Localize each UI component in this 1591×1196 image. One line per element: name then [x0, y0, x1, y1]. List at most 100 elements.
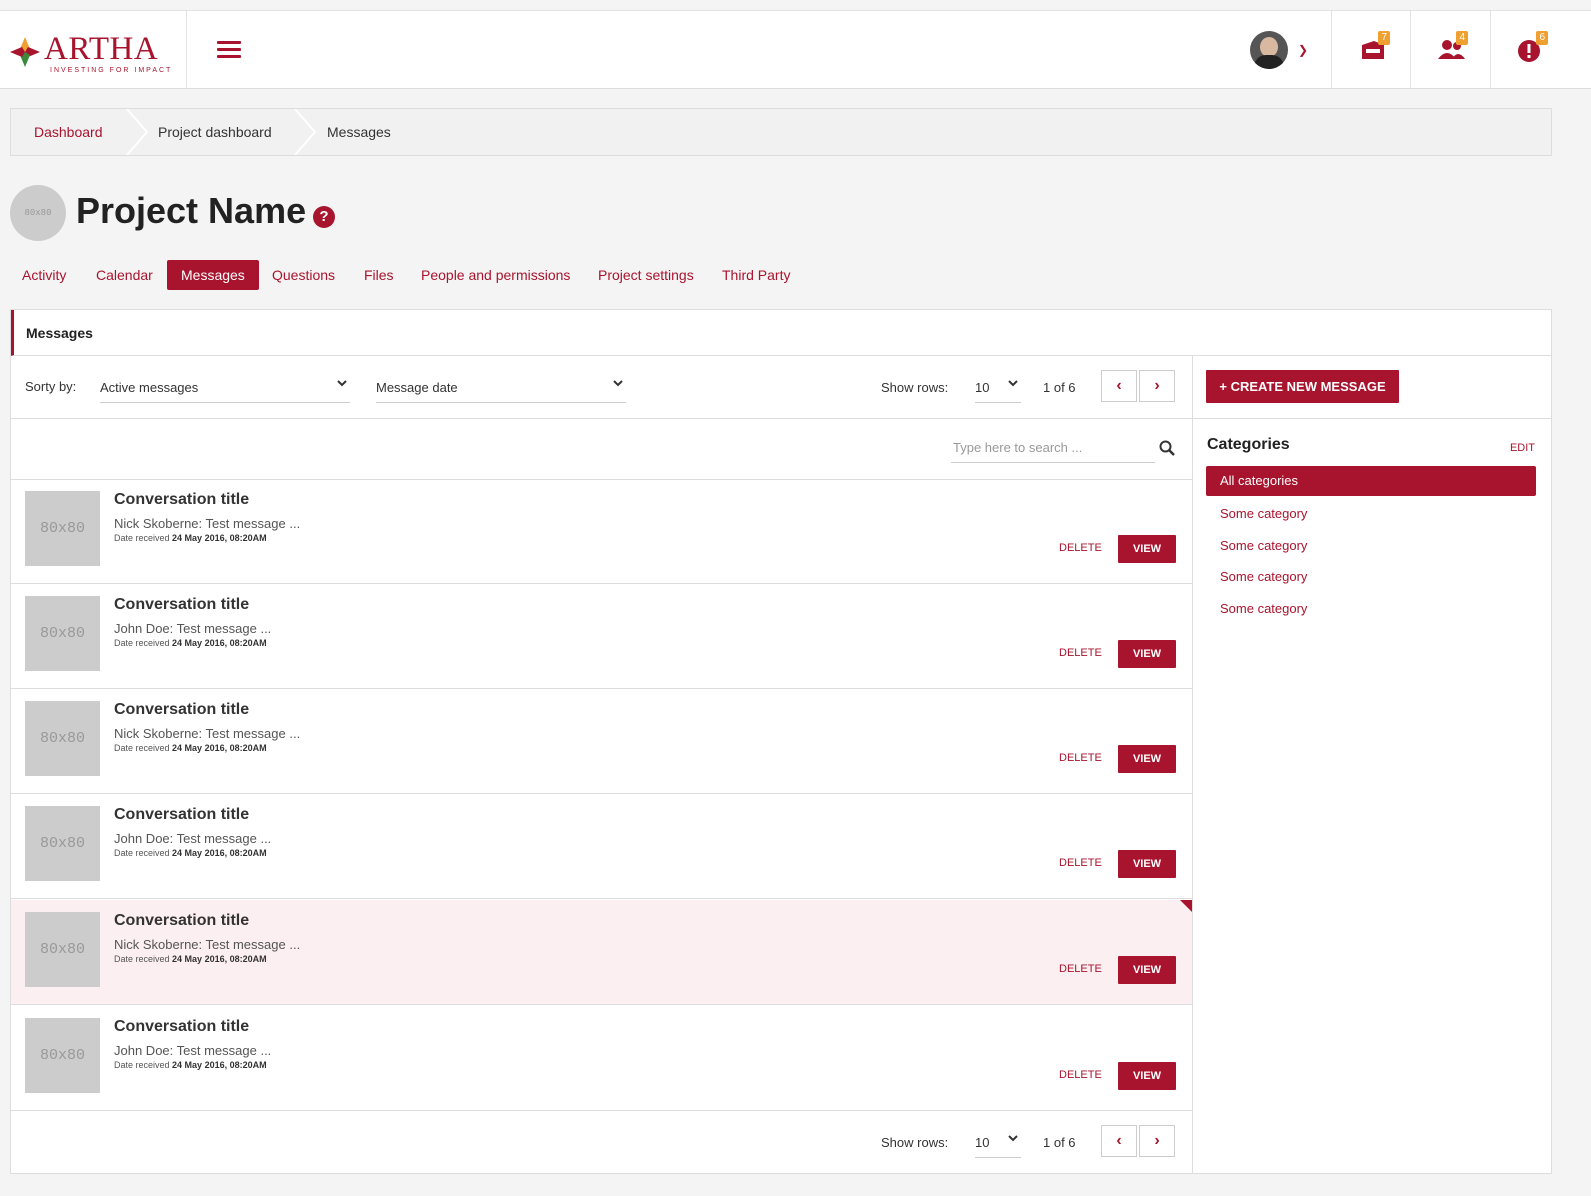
tab-files[interactable]: Files: [364, 260, 394, 290]
view-button[interactable]: VIEW: [1118, 956, 1176, 984]
search-input[interactable]: [951, 432, 1155, 463]
category-item[interactable]: Some category: [1206, 499, 1536, 529]
chevron-down-icon: [1008, 1135, 1018, 1142]
breadcrumb-dashboard[interactable]: Dashboard: [34, 109, 103, 155]
category-item[interactable]: Some category: [1206, 531, 1536, 561]
date-select[interactable]: Message date: [376, 372, 626, 403]
menu-toggle-icon[interactable]: [217, 41, 241, 59]
show-rows-label: Show rows:: [881, 1135, 949, 1150]
date-label: Date received: [114, 743, 170, 753]
category-all[interactable]: All categories: [1206, 466, 1536, 496]
message-date: Date received 24 May 2016, 08:20AM: [114, 638, 267, 648]
message-row-unread[interactable]: 80x80 Conversation title Nick Skoberne: …: [11, 900, 1192, 1005]
message-row[interactable]: 80x80 Conversation title John Doe: Test …: [11, 1006, 1192, 1111]
artha-logo[interactable]: ARTHA INVESTING FOR IMPACT: [8, 29, 184, 74]
view-button[interactable]: VIEW: [1118, 745, 1176, 773]
panel-header: Messages: [11, 310, 1551, 356]
view-button[interactable]: VIEW: [1118, 1062, 1176, 1090]
message-row[interactable]: 80x80 Conversation title Nick Skoberne: …: [11, 689, 1192, 794]
message-row[interactable]: 80x80 Conversation title Nick Skoberne: …: [11, 479, 1192, 584]
date-value: 24 May 2016, 08:20AM: [172, 1060, 267, 1070]
tab-people-permissions[interactable]: People and permissions: [421, 260, 570, 290]
messages-list-column: Sorty by: Active messages Message date S…: [11, 356, 1193, 1173]
tab-messages[interactable]: Messages: [167, 260, 259, 290]
delete-button[interactable]: DELETE: [1059, 542, 1102, 554]
next-page-button[interactable]: ›: [1139, 370, 1175, 402]
message-preview: Nick Skoberne: Test message ...: [114, 937, 301, 952]
page-info: 1 of 6: [1043, 1135, 1076, 1150]
list-toolbar: Sorty by: Active messages Message date S…: [11, 356, 1192, 419]
prev-page-button[interactable]: ‹: [1101, 370, 1137, 402]
message-date: Date received 24 May 2016, 08:20AM: [114, 743, 267, 753]
message-title[interactable]: Conversation title: [114, 806, 249, 824]
users-count-badge: 4: [1456, 31, 1468, 45]
message-thumbnail: 80x80: [25, 912, 100, 987]
message-preview: John Doe: Test message ...: [114, 831, 272, 846]
date-label: Date received: [114, 848, 170, 858]
date-value: 24 May 2016, 08:20AM: [172, 743, 267, 753]
help-icon[interactable]: ?: [313, 206, 335, 228]
users-notification-button[interactable]: 4: [1432, 29, 1472, 69]
chevron-down-icon: [613, 380, 623, 387]
messages-panel: Messages Sorty by: Active messages Messa…: [10, 309, 1552, 1174]
message-title[interactable]: Conversation title: [114, 596, 249, 614]
sort-label: Sorty by:: [25, 379, 77, 394]
breadcrumb-separator-icon: [126, 109, 149, 155]
delete-button[interactable]: DELETE: [1059, 963, 1102, 975]
tab-third-party[interactable]: Third Party: [722, 260, 790, 290]
view-button[interactable]: VIEW: [1118, 640, 1176, 668]
tab-calendar[interactable]: Calendar: [96, 260, 153, 290]
inbox-notification-button[interactable]: 7: [1354, 29, 1394, 69]
rows-select-bottom[interactable]: 10: [975, 1127, 1021, 1158]
message-row[interactable]: 80x80 Conversation title John Doe: Test …: [11, 794, 1192, 899]
view-button[interactable]: VIEW: [1118, 850, 1176, 878]
show-rows-label: Show rows:: [881, 380, 949, 395]
sort-select-value: Active messages: [100, 380, 199, 395]
rows-select[interactable]: 10: [975, 372, 1021, 403]
alert-notification-button[interactable]: 6: [1512, 29, 1552, 69]
date-value: 24 May 2016, 08:20AM: [172, 533, 267, 543]
prev-page-button[interactable]: ‹: [1101, 1125, 1137, 1157]
delete-button[interactable]: DELETE: [1059, 647, 1102, 659]
category-item[interactable]: Some category: [1206, 594, 1536, 624]
delete-button[interactable]: DELETE: [1059, 857, 1102, 869]
user-avatar[interactable]: [1250, 31, 1288, 69]
date-label: Date received: [114, 533, 170, 543]
view-button[interactable]: VIEW: [1118, 535, 1176, 563]
bottom-pager: Show rows: 10 1 of 6 ‹ ›: [11, 1111, 1192, 1173]
tab-project-settings[interactable]: Project settings: [598, 260, 694, 290]
page-title: Project Name: [76, 190, 307, 231]
delete-button[interactable]: DELETE: [1059, 1069, 1102, 1081]
logo-flower-icon: [10, 37, 40, 67]
delete-button[interactable]: DELETE: [1059, 752, 1102, 764]
sort-select[interactable]: Active messages: [100, 372, 350, 403]
message-thumbnail: 80x80: [25, 1018, 100, 1093]
message-date: Date received 24 May 2016, 08:20AM: [114, 954, 267, 964]
tab-questions[interactable]: Questions: [272, 260, 335, 290]
message-date: Date received 24 May 2016, 08:20AM: [114, 1060, 267, 1070]
message-preview: Nick Skoberne: Test message ...: [114, 726, 301, 741]
message-title[interactable]: Conversation title: [114, 701, 249, 719]
date-select-value: Message date: [376, 380, 458, 395]
message-date: Date received 24 May 2016, 08:20AM: [114, 848, 267, 858]
search-row: [11, 418, 1192, 480]
breadcrumb-project-dashboard[interactable]: Project dashboard: [158, 109, 272, 155]
tab-activity[interactable]: Activity: [22, 260, 66, 290]
message-title[interactable]: Conversation title: [114, 491, 249, 509]
next-page-button[interactable]: ›: [1139, 1125, 1175, 1157]
top-navbar: ARTHA INVESTING FOR IMPACT ❯ 7 4 6: [0, 10, 1591, 89]
message-preview: John Doe: Test message ...: [114, 621, 272, 636]
message-title[interactable]: Conversation title: [114, 1018, 249, 1036]
create-new-message-button[interactable]: + CREATE NEW MESSAGE: [1206, 370, 1399, 403]
message-row[interactable]: 80x80 Conversation title John Doe: Test …: [11, 584, 1192, 689]
date-label: Date received: [114, 1060, 170, 1070]
message-preview: Nick Skoberne: Test message ...: [114, 516, 301, 531]
chevron-down-icon[interactable]: ❯: [1298, 43, 1308, 57]
message-title[interactable]: Conversation title: [114, 912, 249, 930]
category-item[interactable]: Some category: [1206, 562, 1536, 592]
project-avatar: 80x80: [10, 185, 66, 241]
search-icon[interactable]: [1159, 440, 1175, 456]
edit-categories-link[interactable]: EDIT: [1510, 442, 1535, 454]
date-label: Date received: [114, 638, 170, 648]
message-thumbnail: 80x80: [25, 701, 100, 776]
